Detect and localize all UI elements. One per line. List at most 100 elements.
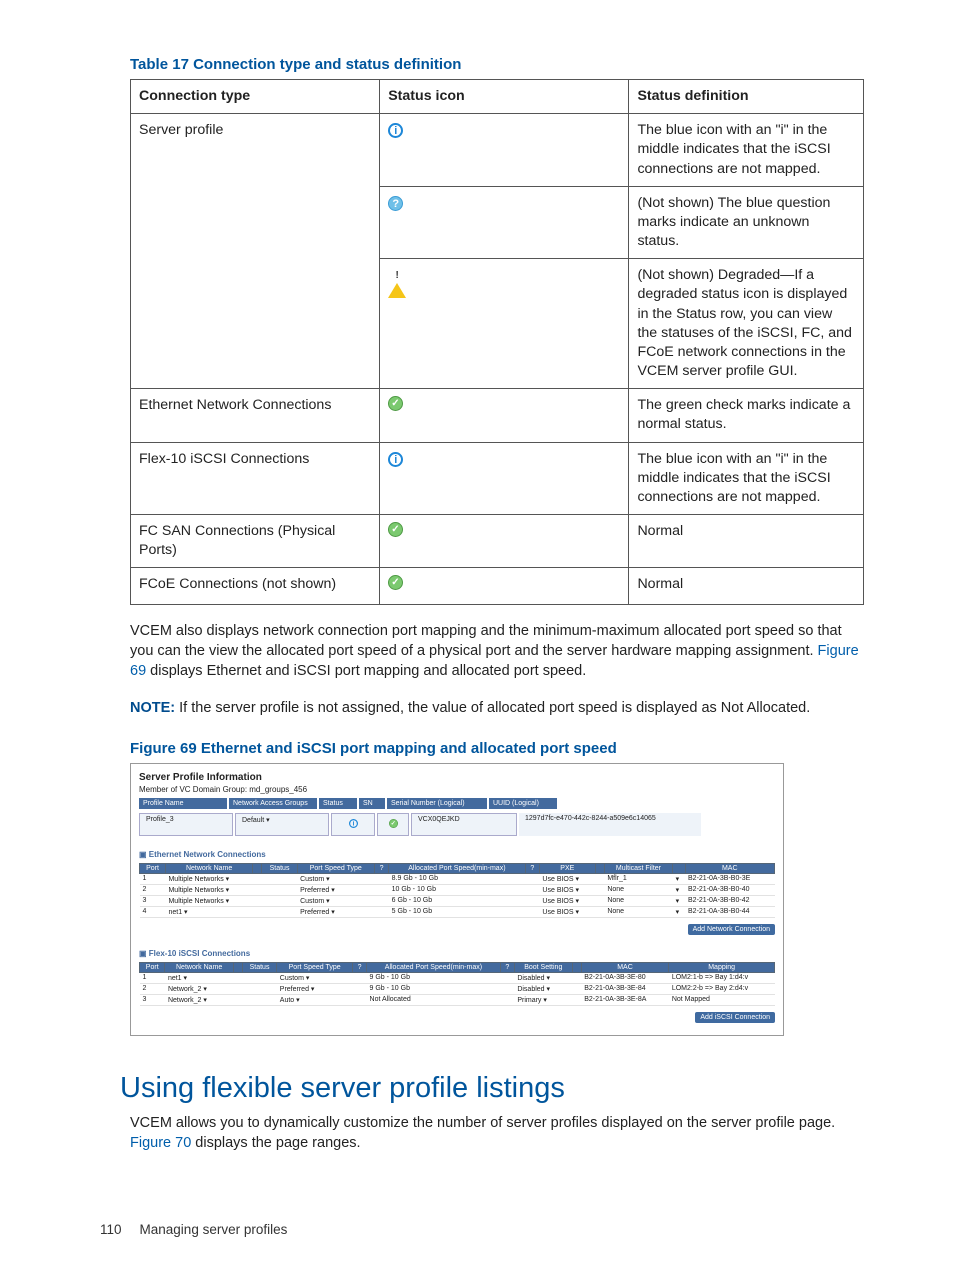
cell: Multiple Networks ▾ bbox=[165, 884, 252, 895]
cell-icon bbox=[380, 259, 629, 389]
cell bbox=[353, 994, 367, 1005]
para2-a: VCEM allows you to dynamically customize… bbox=[130, 1115, 835, 1131]
cell bbox=[262, 873, 297, 884]
cell: B2-21-0A-3B-B0-42 bbox=[685, 895, 774, 906]
check-icon bbox=[388, 522, 403, 537]
table-row: Server profile i The blue icon with an "… bbox=[131, 114, 864, 187]
iscsi-section-text: Flex-10 iSCSI Connections bbox=[149, 949, 250, 958]
cell: Multiple Networks ▾ bbox=[165, 895, 252, 906]
col-header: Network Name bbox=[165, 962, 233, 972]
cell bbox=[253, 895, 262, 906]
cell: Mflr_1 bbox=[604, 873, 672, 884]
cell: B2-21-0A-3B-3E-80 bbox=[581, 972, 669, 983]
cell: B2-21-0A-3B-3E-84 bbox=[581, 983, 669, 994]
cell: Disabled ▾ bbox=[514, 972, 572, 983]
iscsi-section-label: ▣ Flex-10 iSCSI Connections bbox=[139, 949, 775, 958]
para2-b: displays the page ranges. bbox=[191, 1135, 360, 1151]
col-header bbox=[595, 863, 604, 873]
cell-icon bbox=[380, 568, 629, 604]
add-iscsi-button[interactable]: Add iSCSI Connection bbox=[695, 1012, 775, 1023]
cell bbox=[374, 895, 388, 906]
cell bbox=[595, 884, 604, 895]
cell: Disabled ▾ bbox=[514, 983, 572, 994]
table-row: FCoE Connections (not shown) Normal bbox=[131, 568, 864, 604]
uuid-header: UUID (Logical) bbox=[489, 798, 557, 809]
cell bbox=[525, 873, 539, 884]
cell bbox=[374, 873, 388, 884]
cell bbox=[595, 895, 604, 906]
col-header: Port bbox=[140, 863, 166, 873]
cell-icon: i bbox=[380, 442, 629, 515]
figure-69-title: Figure 69 Ethernet and iSCSI port mappin… bbox=[130, 740, 864, 757]
cell: 9 Gb - 10 Gb bbox=[367, 972, 501, 983]
cell-connection-type: FCoE Connections (not shown) bbox=[131, 568, 380, 604]
cell: Use BIOS ▾ bbox=[539, 906, 595, 917]
cell: B2-21-0A-3B-3E-8A bbox=[581, 994, 669, 1005]
th-status-definition: Status definition bbox=[629, 80, 864, 114]
cell: LOM2:2-b => Bay 2:d4:v bbox=[669, 983, 775, 994]
cell-definition: The blue icon with an "i" in the middle … bbox=[629, 114, 864, 187]
add-network-button[interactable]: Add Network Connection bbox=[688, 924, 775, 935]
cell: 8.9 Gb - 10 Gb bbox=[389, 873, 526, 884]
col-header: Boot Setting bbox=[514, 962, 572, 972]
check-icon bbox=[388, 396, 403, 411]
col-header: Status bbox=[262, 863, 297, 873]
col-header: ? bbox=[374, 863, 388, 873]
cell bbox=[233, 994, 242, 1005]
col-header: ? bbox=[525, 863, 539, 873]
snl-header: Serial Number (Logical) bbox=[387, 798, 487, 809]
cell: ▾ bbox=[673, 884, 685, 895]
cell: None bbox=[604, 884, 672, 895]
page-footer: 110Managing server profiles bbox=[100, 1222, 287, 1237]
cell bbox=[595, 906, 604, 917]
cell bbox=[525, 906, 539, 917]
nag-value[interactable]: Default ▾ bbox=[235, 813, 329, 836]
cell: Use BIOS ▾ bbox=[539, 873, 595, 884]
table-row: FC SAN Connections (Physical Ports) Norm… bbox=[131, 515, 864, 568]
th-connection-type: Connection type bbox=[131, 80, 380, 114]
col-header: MAC bbox=[581, 962, 669, 972]
table-row: 3Network_2 ▾Auto ▾Not AllocatedPrimary ▾… bbox=[140, 994, 775, 1005]
cell: ▾ bbox=[673, 873, 685, 884]
snl-value: VCX0QEJKD bbox=[411, 813, 517, 836]
cell bbox=[242, 994, 276, 1005]
col-header: Port bbox=[140, 962, 165, 972]
sn-header: SN bbox=[359, 798, 385, 809]
cell-connection-type: FC SAN Connections (Physical Ports) bbox=[131, 515, 380, 568]
cell: 3 bbox=[140, 895, 166, 906]
cell-definition: The green check marks indicate a normal … bbox=[629, 389, 864, 442]
col-header: MAC bbox=[685, 863, 774, 873]
eth-section-label: ▣ Ethernet Network Connections bbox=[139, 850, 775, 859]
table-row: 1Multiple Networks ▾Custom ▾8.9 Gb - 10 … bbox=[140, 873, 775, 884]
cell: Use BIOS ▾ bbox=[539, 884, 595, 895]
cell bbox=[374, 884, 388, 895]
link-figure-70[interactable]: Figure 70 bbox=[130, 1135, 191, 1151]
cell: Not Mapped bbox=[669, 994, 775, 1005]
cell: B2-21-0A-3B-B0-40 bbox=[685, 884, 774, 895]
nag-header: Network Access Groups bbox=[229, 798, 317, 809]
cell: 10 Gb - 10 Gb bbox=[389, 884, 526, 895]
cell: 9 Gb - 10 Gb bbox=[367, 983, 501, 994]
col-header: Multicast Filter bbox=[604, 863, 672, 873]
col-header bbox=[673, 863, 685, 873]
col-header bbox=[233, 962, 242, 972]
cell bbox=[262, 906, 297, 917]
cell: None bbox=[604, 906, 672, 917]
cell bbox=[233, 983, 242, 994]
col-header bbox=[572, 962, 581, 972]
cell: net1 ▾ bbox=[165, 972, 233, 983]
cell-icon bbox=[380, 389, 629, 442]
cell-icon bbox=[380, 515, 629, 568]
info-icon: i bbox=[349, 819, 358, 828]
status-icon-cell: i bbox=[331, 813, 375, 836]
check-icon bbox=[388, 575, 403, 590]
cell-connection-type: Flex-10 iSCSI Connections bbox=[131, 442, 380, 515]
table-row: 1net1 ▾Custom ▾9 Gb - 10 GbDisabled ▾B2-… bbox=[140, 972, 775, 983]
cell: Custom ▾ bbox=[297, 873, 374, 884]
cell bbox=[595, 873, 604, 884]
cell-connection-type: Ethernet Network Connections bbox=[131, 389, 380, 442]
check-icon bbox=[389, 819, 398, 828]
status-header: Status bbox=[319, 798, 357, 809]
info-icon: i bbox=[388, 123, 403, 138]
table-row: 4net1 ▾Preferred ▾5 Gb - 10 GbUse BIOS ▾… bbox=[140, 906, 775, 917]
